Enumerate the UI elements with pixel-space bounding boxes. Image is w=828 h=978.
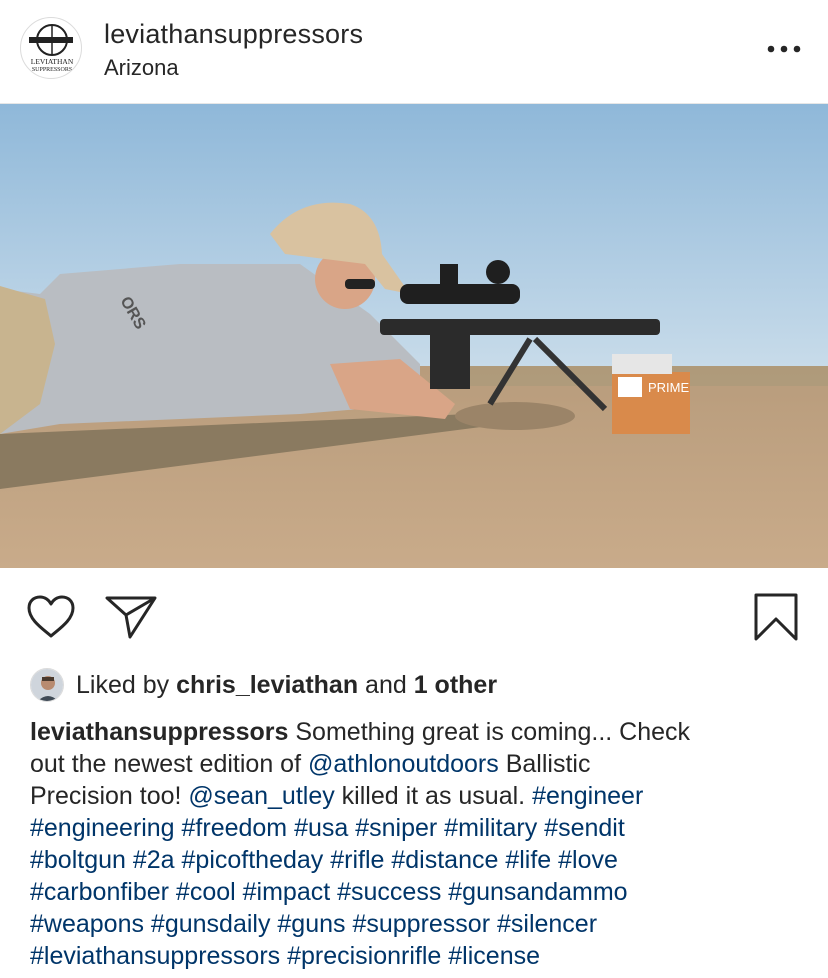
post-username[interactable]: leviathansuppressors [104,19,363,50]
hashtag-line[interactable]: #engineering #freedom #usa #sniper #mili… [30,812,810,844]
more-options-button[interactable] [762,34,806,64]
hashtag-link[interactable]: #engineer [532,782,643,810]
person-avatar-icon [31,669,63,701]
caption-text: Ballistic [498,750,591,778]
caption-line: out the newest edition of @athlonoutdoor… [30,748,810,780]
liker-avatar[interactable] [30,668,64,702]
more-options-icon [767,45,801,53]
hashtag-line[interactable]: #boltgun #2a #picoftheday #rifle #distan… [30,844,810,876]
heart-icon [27,595,75,638]
share-button[interactable] [104,594,158,640]
caption-text: Something great is coming... Check [288,718,691,746]
leviathan-logo: LEVIATHAN SUPPRESSORS [29,24,74,73]
bookmark-icon [754,593,798,641]
hashtag-line[interactable]: #carbonfiber #cool #impact #success #gun… [30,876,810,908]
caption-author[interactable]: leviathansuppressors [30,718,288,746]
post-location[interactable]: Arizona [104,55,179,81]
post-photo[interactable]: ORS PRIME [0,104,828,568]
other-likes-link[interactable]: 1 other [414,671,497,699]
caption-text: Precision too! [30,782,189,810]
profile-avatar[interactable]: LEVIATHAN SUPPRESSORS [20,17,82,79]
liker-username[interactable]: chris_leviathan [176,671,358,699]
caption-line: Precision too! @sean_utley killed it as … [30,780,810,812]
caption-line: leviathansuppressors Something great is … [30,716,810,748]
send-icon [105,596,157,639]
like-button[interactable] [26,594,76,640]
hashtag-line[interactable]: #weapons #gunsdaily #guns #suppressor #s… [30,908,810,940]
logo-text-top: LEVIATHAN [31,57,74,66]
post-header: LEVIATHAN SUPPRESSORS leviathansuppresso… [0,0,828,104]
mention-link[interactable]: @athlonoutdoors [308,750,499,778]
hashtag-line[interactable]: #leviathansuppressors #precisionrifle #l… [30,940,810,972]
liked-and: and [358,670,414,699]
photo-illustration: ORS PRIME [0,104,828,568]
logo-text-bottom: SUPPRESSORS [32,67,72,73]
ammo-box-label: PRIME [648,380,690,395]
likes-summary: Liked by chris_leviathan and 1 other [30,667,497,703]
likes-text: Liked by chris_leviathan and 1 other [76,671,497,700]
liked-by-prefix: Liked by [76,670,177,699]
caption-text: out the newest edition of [30,750,308,778]
post-caption: leviathansuppressors Something great is … [30,716,810,972]
caption-text: killed it as usual. [334,782,533,810]
save-button[interactable] [752,592,800,642]
mention-link[interactable]: @sean_utley [188,782,334,810]
